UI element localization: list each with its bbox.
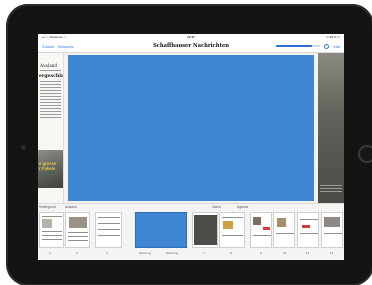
section-label-agenda[interactable]: Agenda [237, 205, 248, 209]
page-thumbnail[interactable] [250, 212, 272, 248]
thumb-highlight [263, 227, 270, 230]
text-line [320, 185, 342, 186]
current-page[interactable] [68, 55, 314, 201]
thumb-line [98, 229, 120, 230]
thumb-image [69, 217, 87, 228]
thumbnail-row [38, 212, 344, 250]
reading-progress-bar [276, 45, 321, 47]
battery-percent: ⊡ 38 % ▭ [326, 35, 340, 39]
home-button[interactable] [358, 145, 372, 163]
page-thumbnail-strip[interactable]: Hintergrund Ausland Inland Agenda 2 3 4 … [38, 203, 344, 260]
thumb-highlight [302, 225, 310, 228]
text-line [40, 84, 61, 85]
page-number: 2 [49, 251, 51, 255]
camera-icon [21, 145, 26, 150]
thumb-image [42, 219, 52, 228]
back-button-label: Zurück · Ressorts [42, 43, 74, 49]
photo-caption: e grosse r Pakete [39, 161, 56, 171]
app-screen: •••○○ Swisscom ⌔ 12:47 ⊡ 38 % ▭ Zurück ·… [38, 34, 344, 260]
reading-progress-fill [276, 45, 312, 47]
text-line [40, 102, 61, 103]
next-page-text [318, 183, 344, 192]
back-button[interactable]: Zurück · Ressorts [42, 44, 112, 49]
page-thumbnail[interactable] [219, 212, 245, 248]
caption-line: r Pakete [39, 166, 56, 171]
page-number: 4 [106, 251, 108, 255]
thumb-image [324, 217, 340, 227]
page-number: 10 [283, 251, 287, 255]
page-number: 8 [230, 251, 232, 255]
next-page[interactable] [318, 53, 344, 203]
thumb-line [68, 236, 88, 237]
text-line [40, 81, 61, 82]
text-line [40, 114, 61, 115]
page-thumbnail[interactable] [65, 212, 90, 248]
text-line [40, 111, 61, 112]
thumb-line [300, 233, 318, 234]
page-thumbnail[interactable] [297, 212, 319, 248]
battery-status: ⊡ 38 % ▭ [241, 35, 340, 39]
page-number: 7 [203, 251, 205, 255]
thumb-line [98, 235, 120, 236]
section-label-hintergrund[interactable]: Hintergrund [39, 205, 56, 209]
thumb-line [42, 239, 62, 240]
page-thumbnail[interactable] [95, 212, 122, 248]
search-icon[interactable] [324, 43, 330, 49]
info-button[interactable]: Info [333, 44, 340, 49]
left-page-section: Ausland [40, 63, 58, 68]
thumb-line [324, 233, 342, 234]
thumb-line [222, 235, 243, 236]
thumb-label: Werbung [139, 251, 152, 255]
selected-page-thumbnail[interactable] [135, 212, 187, 248]
thumb-image [253, 217, 261, 225]
page-numbers: 2 3 4 Werbung Werbung 7 8 9 10 11 12 [38, 251, 344, 257]
text-line [40, 99, 61, 100]
page-thumbnail[interactable] [192, 212, 218, 248]
thumb-label: Werbung [166, 251, 179, 255]
text-line [40, 90, 61, 91]
thumb-line [42, 235, 62, 236]
page-number: 12 [330, 251, 334, 255]
thumb-line [300, 219, 318, 220]
page-thumbnail[interactable] [273, 212, 295, 248]
page-thumbnail[interactable] [321, 212, 343, 248]
text-line [40, 93, 61, 94]
thumb-line [42, 231, 62, 232]
thumb-line [98, 217, 120, 218]
left-page-headline: ergeschla [39, 74, 64, 79]
text-line [40, 105, 61, 106]
thumb-line [253, 235, 271, 236]
section-labels: Hintergrund Ausland Inland Agenda [38, 205, 344, 210]
text-line [320, 191, 342, 192]
clock: 12:47 [187, 35, 195, 39]
newspaper-reader[interactable]: Ausland ergeschla e grosse r Pakete [38, 53, 344, 203]
previous-page[interactable]: Ausland ergeschla e grosse r Pakete [38, 53, 64, 203]
thumb-line [98, 223, 120, 224]
text-line [40, 108, 61, 109]
page-number: 11 [306, 251, 310, 255]
thumb-line [276, 233, 294, 234]
thumb-line [68, 232, 88, 233]
page-title: Schaffhauser Nachrichten [152, 43, 230, 49]
navigation-bar: Zurück · Ressorts Schaffhauser Nachricht… [38, 40, 344, 53]
thumb-line [222, 217, 243, 218]
thumb-image [277, 218, 286, 227]
page-number: 3 [76, 251, 78, 255]
thumb-line [42, 216, 62, 217]
carrier-label: •••○○ Swisscom ⌔ [42, 34, 67, 39]
text-line [320, 188, 342, 189]
text-line [40, 117, 61, 118]
section-label-ausland[interactable]: Ausland [65, 205, 77, 209]
thumb-image [194, 215, 217, 245]
thumb-line [68, 240, 88, 241]
text-line [40, 87, 61, 88]
page-number: 9 [260, 251, 262, 255]
nav-right-controls: Info [270, 43, 340, 49]
text-line [40, 96, 61, 97]
page-thumbnail[interactable] [39, 212, 64, 248]
section-label-inland[interactable]: Inland [212, 205, 221, 209]
thumb-image [223, 221, 233, 229]
